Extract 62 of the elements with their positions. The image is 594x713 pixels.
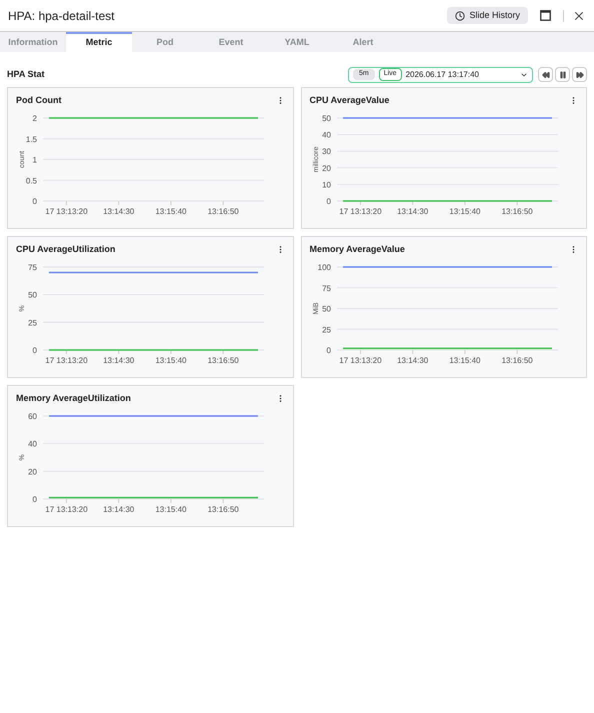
clock-icon [455, 10, 466, 20]
x-tick-label: 13:16:50 [208, 207, 239, 216]
y-tick-label: 50 [28, 290, 37, 300]
chart-title: Memory AverageUtilization [16, 392, 132, 405]
x-tick-label: 13:16:50 [501, 356, 532, 365]
x-tick-label: 13:16:50 [208, 356, 239, 365]
maximize-icon[interactable] [540, 10, 551, 21]
x-tick-label: 17 13:13:20 [338, 356, 382, 365]
slide-history-button[interactable]: Slide History [447, 7, 528, 24]
rewind-icon [542, 70, 550, 78]
y-tick-label: 1.5 [26, 134, 37, 144]
y-tick-label: 50 [322, 114, 330, 123]
section-title: HPA Stat [7, 68, 46, 81]
window-title: HPA: hpa-detail-test [8, 8, 116, 24]
y-tick-label: 20 [322, 164, 330, 173]
y-tick-label: 75 [322, 284, 330, 293]
y-tick-label: 40 [28, 440, 37, 449]
pause-icon [558, 70, 566, 78]
x-tick-label: 13:15:40 [155, 505, 186, 514]
y-tick-label: 0 [32, 495, 37, 504]
y-tick-label: 0 [326, 197, 330, 206]
x-tick-label: 13:14:30 [103, 207, 134, 216]
y-tick-label: 0 [326, 346, 330, 355]
y-tick-label: 10 [322, 180, 330, 190]
fast-forward-button[interactable] [572, 67, 587, 82]
x-tick-label: 13:15:40 [155, 207, 186, 216]
y-tick-label: 100 [317, 263, 330, 272]
x-tick-label: 13:14:30 [103, 356, 134, 365]
chart-title: CPU AverageUtilization [16, 242, 116, 256]
y-tick-label: 50 [322, 304, 330, 314]
chart-title: CPU AverageValue [310, 94, 390, 107]
y-tick-label: 60 [28, 412, 37, 421]
x-tick-label: 13:15:40 [155, 356, 186, 365]
y-tick-label: 25 [322, 325, 330, 334]
x-tick-label: 13:15:40 [448, 207, 480, 216]
pause-button[interactable] [555, 67, 570, 82]
y-tick-label: 0.5 [26, 176, 37, 186]
x-tick-label: 17 13:13:20 [45, 356, 88, 365]
x-tick-label: 17 13:13:20 [45, 505, 88, 514]
x-tick-label: 13:15:40 [448, 356, 480, 365]
x-tick-label: 13:16:50 [208, 505, 239, 514]
y-tick-label: 30 [322, 147, 330, 156]
x-tick-label: 13:14:30 [103, 505, 134, 514]
x-tick-label: 17 13:13:20 [45, 207, 88, 216]
y-tick-label: 75 [28, 263, 37, 272]
y-tick-label: 0 [32, 197, 37, 206]
x-tick-label: 13:16:50 [501, 207, 532, 216]
fast-forward-icon [576, 70, 584, 78]
y-tick-label: 20 [28, 467, 37, 476]
chart-title: Pod Count [16, 94, 62, 107]
y-tick-label: 2 [32, 114, 37, 123]
y-tick-label: 0 [32, 346, 37, 355]
y-tick-label: 40 [322, 130, 330, 140]
x-tick-label: 13:14:30 [396, 356, 428, 365]
y-tick-label: 25 [28, 318, 37, 328]
chart-title: Memory AverageValue [310, 242, 406, 256]
tab[interactable]: Metric [66, 32, 132, 52]
x-tick-label: 17 13:13:20 [338, 207, 382, 216]
x-tick-label: 13:14:30 [396, 207, 428, 216]
y-tick-label: 1 [32, 156, 37, 164]
datetime-value: 2026.06.17 13:17:40 [406, 68, 480, 80]
rewind-button[interactable] [538, 67, 553, 82]
